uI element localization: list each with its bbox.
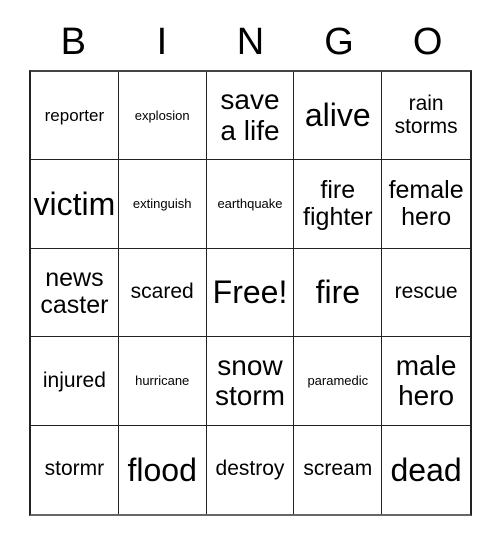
bingo-cell[interactable]: alive: [294, 72, 383, 161]
bingo-cell[interactable]: paramedic: [294, 337, 383, 426]
bingo-cell[interactable]: scream: [294, 425, 383, 514]
bingo-cell-label: Free!: [212, 274, 288, 311]
bingo-cell[interactable]: save a life: [206, 72, 295, 161]
bingo-cell-label: destroy: [215, 457, 285, 481]
bingo-cell-label: scared: [130, 280, 194, 304]
bingo-cell[interactable]: dead: [382, 425, 470, 514]
bingo-cell[interactable]: scared: [118, 248, 207, 338]
bingo-cell[interactable]: explosion: [118, 72, 207, 161]
bingo-cell-label: scream: [303, 457, 373, 481]
bingo-cell-label: flood: [127, 451, 197, 488]
bingo-cell[interactable]: rain storms: [382, 72, 470, 161]
bingo-cell[interactable]: extinguish: [118, 160, 207, 249]
bingo-cell-label: male hero: [395, 349, 457, 411]
bingo-cell[interactable]: rescue: [382, 248, 470, 338]
bingo-cell-label: rain storms: [394, 92, 458, 138]
bingo-header: B I N G O: [29, 16, 472, 68]
bingo-cell[interactable]: destroy: [206, 425, 295, 514]
bingo-cell-label: reporter: [44, 105, 105, 125]
bingo-cell-label: extinguish: [132, 196, 192, 212]
bingo-cell-label: explosion: [134, 107, 190, 123]
bingo-cell-label: snow storm: [214, 349, 285, 411]
bingo-cell-label: dead: [390, 451, 462, 488]
bingo-grid: reporter explosion save a life alive rain st…: [29, 70, 472, 516]
bingo-cell-label: stormr: [44, 457, 105, 481]
bingo-cell[interactable]: earthquake: [206, 160, 295, 249]
bingo-cell[interactable]: news caster: [31, 248, 119, 338]
header-letter-i: I: [156, 21, 168, 63]
bingo-cell-label: save a life: [220, 84, 280, 146]
bingo-cell[interactable]: snow storm: [206, 337, 295, 426]
bingo-cell[interactable]: reporter: [31, 72, 119, 161]
bingo-cell[interactable]: victim: [31, 160, 119, 249]
bingo-cell[interactable]: hurricane: [118, 337, 207, 426]
bingo-cell[interactable]: Free!: [206, 248, 295, 338]
bingo-cell-label: alive: [304, 97, 371, 134]
bingo-cell[interactable]: injured: [31, 337, 119, 426]
header-letter-g: G: [324, 21, 354, 63]
bingo-card: B I N G O reporter explosion save a life al…: [0, 0, 500, 544]
bingo-cell-label: fire: [315, 274, 361, 311]
bingo-cell[interactable]: stormr: [31, 425, 119, 514]
bingo-cell[interactable]: female hero: [382, 160, 470, 249]
bingo-cell[interactable]: fire fighter: [294, 160, 383, 249]
bingo-cell-label: paramedic: [307, 372, 369, 388]
bingo-cell-label: hurricane: [135, 372, 190, 388]
header-letter-o: O: [412, 21, 443, 63]
header-letter-n: N: [236, 21, 265, 63]
bingo-cell-label: fire fighter: [303, 176, 373, 232]
bingo-cell[interactable]: male hero: [382, 337, 470, 426]
bingo-cell[interactable]: flood: [118, 425, 207, 514]
bingo-cell-label: victim: [33, 185, 116, 222]
bingo-cell-label: earthquake: [217, 196, 283, 212]
bingo-cell-label: news caster: [40, 264, 109, 320]
bingo-cell[interactable]: fire: [294, 248, 383, 338]
bingo-cell-label: injured: [42, 368, 106, 392]
bingo-cell-label: female hero: [388, 176, 464, 232]
header-letter-b: B: [60, 21, 86, 63]
bingo-cell-label: rescue: [394, 280, 458, 304]
